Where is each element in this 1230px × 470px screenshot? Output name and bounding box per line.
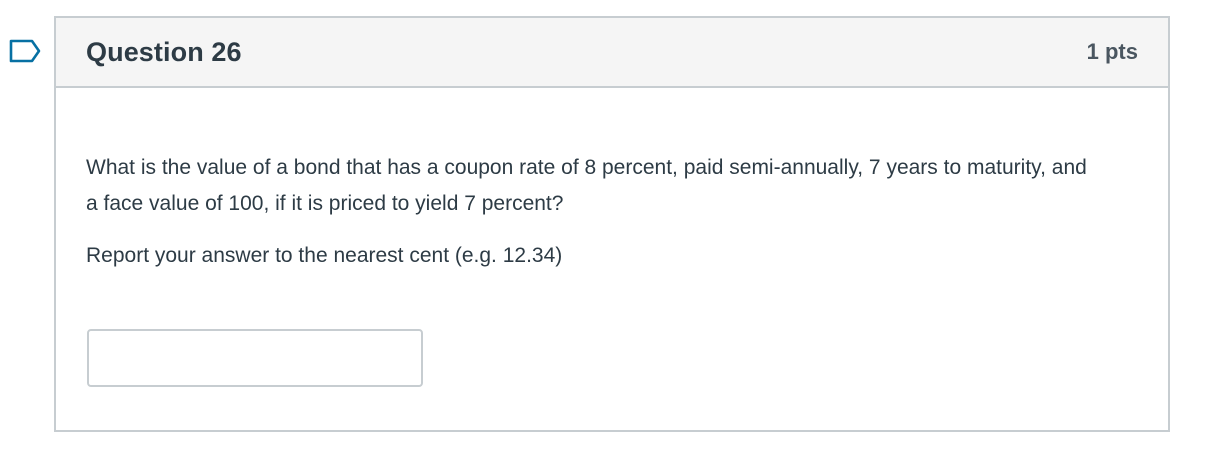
question-header: Question 26 1 pts [56, 18, 1168, 88]
question-points: 1 pts [1086, 39, 1138, 64]
question-body: What is the value of a bond that has a c… [56, 88, 1168, 274]
answer-input[interactable] [87, 329, 423, 387]
question-instruction: Report your answer to the nearest cent (… [86, 244, 563, 267]
flag-question-icon[interactable] [8, 38, 42, 64]
question-card: Question 26 1 pts What is the value of a… [54, 16, 1170, 432]
question-title: Question 26 [86, 36, 242, 67]
question-text: What is the value of a bond that has a c… [86, 156, 1087, 215]
